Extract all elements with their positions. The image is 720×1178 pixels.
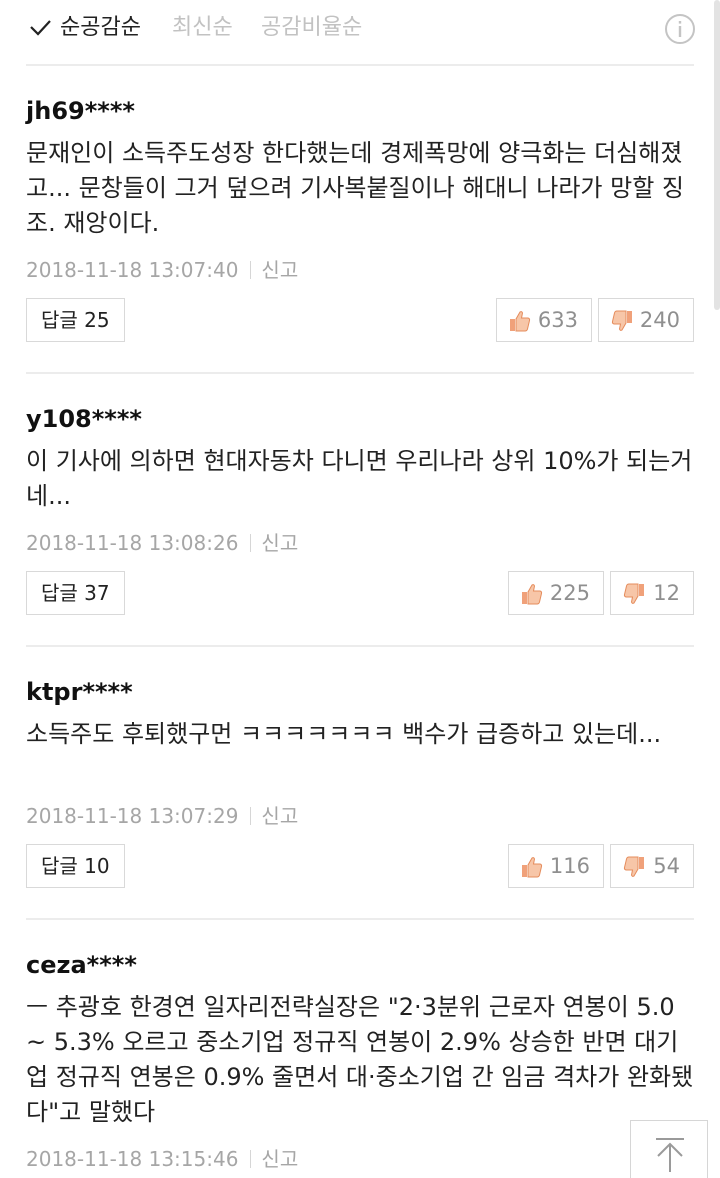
sort-divider — [26, 64, 694, 66]
comment-author: ktpr**** — [26, 678, 133, 706]
comment-divider — [26, 918, 694, 920]
sort-option-ratio[interactable]: 공감비율순 — [261, 14, 362, 42]
thumbs-down-icon — [611, 310, 632, 331]
dislike-button[interactable]: 54 — [610, 844, 694, 888]
comment-meta: 2018-11-18 13:15:46 신고 — [26, 1147, 298, 1171]
scroll-to-top-button[interactable] — [630, 1120, 708, 1178]
comment-text: 소득주도 후퇴했구먼 ㅋㅋㅋㅋㅋㅋㅋ 백수가 급증하고 있는데... — [26, 720, 662, 748]
comment-author: jh69**** — [26, 97, 135, 125]
comment-meta: 2018-11-18 13:07:29 신고 — [26, 804, 298, 828]
scroll-to-top-icon — [656, 1138, 684, 1172]
comment-text: 문재인이 소득주도성장 한다했는데 경제폭망에 양극화는 더심해졌고... 문창… — [26, 139, 684, 237]
like-button[interactable]: 633 — [496, 298, 592, 342]
sort-option-latest[interactable]: 최신순 — [172, 14, 233, 42]
like-count: 633 — [537, 308, 578, 332]
comment-meta: 2018-11-18 13:08:26 신고 — [26, 531, 298, 555]
checkmark-icon — [30, 20, 51, 36]
like-count: 116 — [549, 854, 590, 878]
comment-divider — [26, 372, 694, 374]
sort-bar: 순공감순 최신순 공감비율순 — [0, 0, 720, 64]
dislike-count: 12 — [653, 581, 680, 605]
meta-separator — [250, 261, 252, 279]
scrollbar-thumb[interactable] — [714, 0, 720, 310]
comment-author: ceza**** — [26, 951, 137, 979]
comment-author: y108**** — [26, 405, 142, 433]
thumbs-up-icon — [510, 311, 531, 332]
reply-button[interactable]: 답글 37 — [26, 571, 125, 615]
comment-text: 이 기사에 의하면 현대자동차 다니면 우리나라 상위 10%가 되는거네... — [26, 447, 693, 510]
meta-separator — [250, 534, 252, 552]
comment-meta: 2018-11-18 13:07:40 신고 — [26, 258, 298, 282]
comment-time: 2018-11-18 13:08:26 — [26, 531, 239, 555]
meta-separator — [250, 807, 252, 825]
comment-divider — [26, 645, 694, 647]
comment-time: 2018-11-18 13:07:40 — [26, 258, 239, 282]
dislike-button[interactable]: 12 — [610, 571, 694, 615]
dislike-count: 240 — [639, 308, 680, 332]
report-link[interactable]: 신고 — [261, 804, 298, 828]
report-link[interactable]: 신고 — [261, 531, 298, 555]
meta-separator — [250, 1150, 252, 1168]
comment-text: ㅡ 추광호 한경연 일자리전략실장은 "2·3분위 근로자 연봉이 5.0 ~ … — [26, 993, 694, 1126]
thumbs-down-icon — [623, 583, 644, 604]
info-icon[interactable] — [664, 13, 696, 45]
comment-time: 2018-11-18 13:07:29 — [26, 804, 239, 828]
sort-option-popular[interactable]: 순공감순 — [60, 14, 141, 42]
dislike-button[interactable]: 240 — [598, 298, 694, 342]
like-count: 225 — [549, 581, 590, 605]
thumbs-up-icon — [522, 584, 543, 605]
report-link[interactable]: 신고 — [261, 258, 298, 282]
like-button[interactable]: 225 — [508, 571, 604, 615]
thumbs-down-icon — [623, 856, 644, 877]
dislike-count: 54 — [653, 854, 680, 878]
like-button[interactable]: 116 — [508, 844, 604, 888]
reply-button[interactable]: 답글 25 — [26, 298, 125, 342]
reply-button[interactable]: 답글 10 — [26, 844, 125, 888]
thumbs-up-icon — [522, 857, 543, 878]
report-link[interactable]: 신고 — [261, 1147, 298, 1171]
comment-time: 2018-11-18 13:15:46 — [26, 1147, 239, 1171]
